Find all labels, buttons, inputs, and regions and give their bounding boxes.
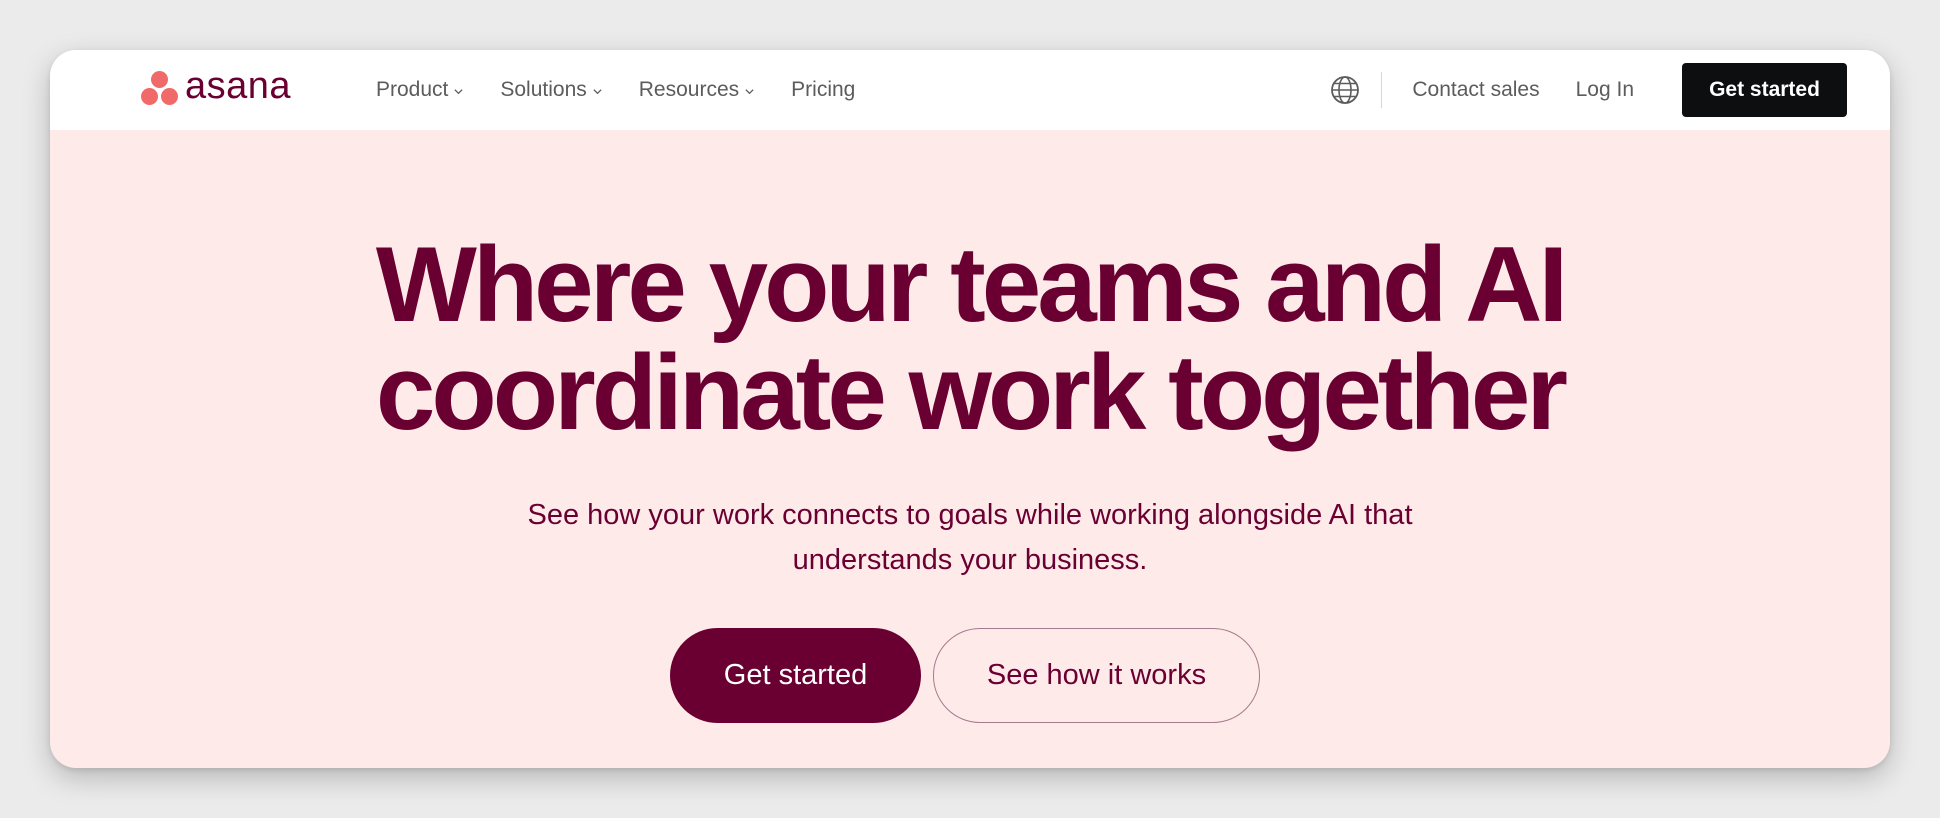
nav-item-pricing[interactable]: Pricing xyxy=(791,78,855,102)
logo-dot-bottom-right xyxy=(161,88,178,105)
nav-actions: Contact sales Log In Get started xyxy=(1329,50,1847,130)
top-navbar: asana Product Solutions Resources Pricin… xyxy=(50,50,1890,130)
chevron-down-icon xyxy=(454,88,463,94)
hero-subheading-line-2: understands your business. xyxy=(792,544,1148,576)
nav-item-resources[interactable]: Resources xyxy=(639,78,755,102)
logo-wordmark: asana xyxy=(185,65,292,107)
main-nav: Product Solutions Resources Pricing xyxy=(376,50,891,130)
hero-subheading-line-1: See how your work connects to goals whil… xyxy=(527,499,1413,531)
see-how-it-works-button[interactable]: See how it works xyxy=(933,628,1260,723)
chevron-down-icon xyxy=(745,88,754,94)
browser-page: asana Product Solutions Resources Pricin… xyxy=(50,50,1890,768)
nav-divider xyxy=(1381,72,1383,108)
hero-cta-row: Get started See how it works xyxy=(50,628,1890,723)
hero-subheading: See how your work connects to goals whil… xyxy=(520,493,1420,583)
nav-item-label: Product xyxy=(376,78,449,101)
hero-section: Where your teams and AI coordinate work … xyxy=(50,130,1890,768)
hero-headline-line-2: coordinate work together xyxy=(375,332,1568,452)
nav-item-label: Solutions xyxy=(500,78,587,101)
globe-icon[interactable] xyxy=(1329,74,1361,106)
nav-item-solutions[interactable]: Solutions xyxy=(500,78,602,102)
chevron-down-icon xyxy=(593,88,602,94)
asana-logo[interactable]: asana xyxy=(141,65,292,110)
nav-item-label: Pricing xyxy=(791,78,856,101)
login-link[interactable]: Log In xyxy=(1576,78,1634,102)
nav-item-label: Resources xyxy=(638,78,740,101)
nav-item-product[interactable]: Product xyxy=(376,78,464,102)
hero-headline-line-1: Where your teams and AI xyxy=(375,224,1568,344)
logo-dot-bottom-left xyxy=(141,88,158,105)
asana-logo-icon xyxy=(141,71,179,107)
get-started-button-nav[interactable]: Get started xyxy=(1682,63,1847,117)
get-started-button[interactable]: Get started xyxy=(670,628,921,723)
logo-dot-top xyxy=(151,71,168,88)
contact-sales-link[interactable]: Contact sales xyxy=(1412,78,1539,102)
hero-headline: Where your teams and AI coordinate work … xyxy=(50,230,1890,446)
